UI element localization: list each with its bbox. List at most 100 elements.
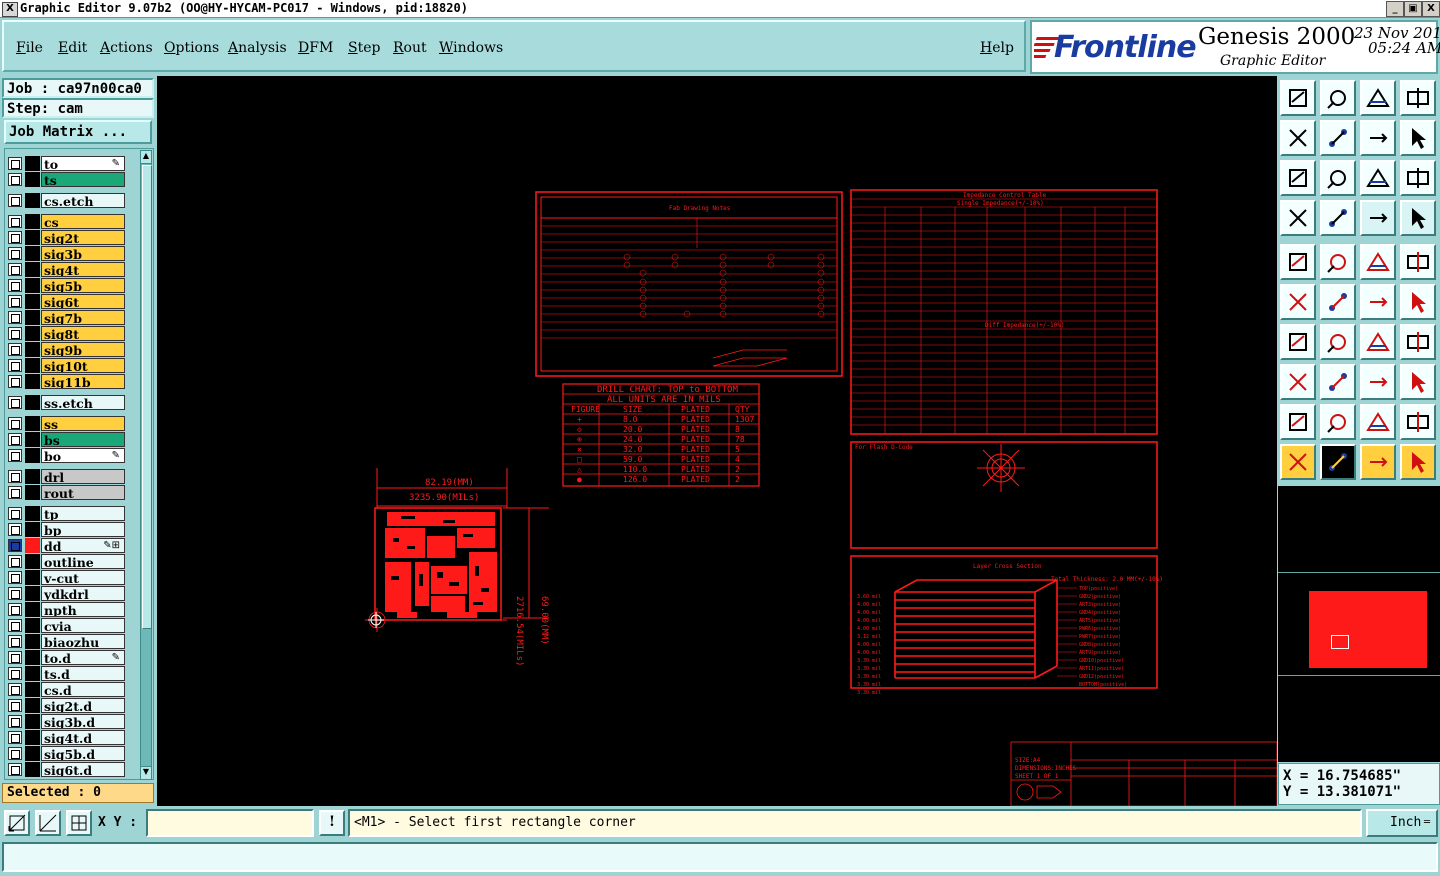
units-dropdown[interactable]: Inch ═ (1366, 809, 1438, 837)
layer-row-ts.d[interactable]: ts.d (5, 666, 127, 681)
overview-viewport[interactable] (1331, 635, 1349, 649)
layer-checkbox[interactable] (8, 396, 22, 409)
layer-row-sig8t[interactable]: sig8t (5, 326, 127, 341)
route-tool-button[interactable] (1400, 444, 1436, 480)
layer-name[interactable]: tp (41, 506, 125, 521)
layer-name[interactable]: sig2t.d (41, 698, 125, 713)
layer-row-sig6t[interactable]: sig6t (5, 294, 127, 309)
layer-row-cs[interactable]: cs (5, 214, 127, 229)
layer-checkbox[interactable] (8, 359, 22, 372)
undo-view-tool-button[interactable] (1360, 120, 1396, 156)
zoom-out-tool-button[interactable] (1280, 120, 1316, 156)
info-button[interactable]: ! (319, 810, 345, 836)
layer-checkbox[interactable] (8, 417, 22, 430)
home-tool-button[interactable] (1360, 80, 1396, 116)
layer-name[interactable]: npth (41, 602, 125, 617)
layer-row-sig6t.d[interactable]: sig6t.d (5, 762, 127, 777)
scroll-thumb[interactable] (142, 165, 152, 629)
layer-checkbox[interactable] (8, 619, 22, 632)
feature-select-tool-button[interactable] (1320, 404, 1356, 440)
layer-row-bo[interactable]: bo ✎ (5, 448, 127, 463)
layer-row-sig9b[interactable]: sig9b (5, 342, 127, 357)
circle-tool-button[interactable] (1400, 244, 1436, 280)
menu-options[interactable]: Options (164, 40, 219, 56)
layer-checkbox[interactable] (8, 279, 22, 292)
layer-row-v-cut[interactable]: v-cut (5, 570, 127, 585)
layer-name[interactable]: bo ✎ (41, 448, 125, 463)
layer-row-sig3b[interactable]: sig3b (5, 246, 127, 261)
layer-checkbox[interactable] (8, 449, 22, 462)
layer-color-swatch[interactable] (25, 262, 40, 277)
layer-name[interactable]: sig3b.d (41, 714, 125, 729)
layer-checkbox[interactable] (8, 433, 22, 446)
layer-color-swatch[interactable] (25, 570, 40, 585)
layer-color-swatch[interactable] (25, 246, 40, 261)
layer-color-swatch[interactable] (25, 326, 40, 341)
layer-name[interactable]: sig5b (41, 278, 125, 293)
layer-checkbox[interactable] (8, 571, 22, 584)
pad-tool-button[interactable] (1280, 244, 1316, 280)
cross-tool-button[interactable] (1320, 284, 1356, 320)
layer-color-swatch[interactable] (25, 602, 40, 617)
copy-tool-button[interactable] (1280, 364, 1316, 400)
layer-name[interactable]: cs (41, 214, 125, 229)
layer-checkbox[interactable] (8, 667, 22, 680)
zoom-in-tool-button[interactable] (1320, 120, 1356, 156)
ruler-tool-button[interactable] (1360, 244, 1396, 280)
split-view-tool-button[interactable] (1400, 80, 1436, 116)
layer-color-swatch[interactable] (25, 650, 40, 665)
menu-dfm[interactable]: DFM (298, 40, 333, 56)
scroll-down-icon[interactable]: ▼ (141, 766, 151, 779)
layer-row-to.d[interactable]: to.d ✎ (5, 650, 127, 665)
layer-checkbox[interactable] (8, 763, 22, 776)
close-button[interactable]: X (1422, 1, 1440, 17)
scroll-up-icon[interactable]: ▲ (141, 151, 151, 164)
layer-row-sig5b[interactable]: sig5b (5, 278, 127, 293)
layer-name[interactable]: sig9b (41, 342, 125, 357)
layer-row-biaozhu[interactable]: biaozhu (5, 634, 127, 649)
layer-checkbox[interactable] (8, 470, 22, 483)
layer-checkbox[interactable] (8, 375, 22, 388)
layer-color-swatch[interactable] (25, 469, 40, 484)
layer-row-bs[interactable]: bs (5, 432, 127, 447)
xy-input[interactable] (146, 809, 314, 837)
layer-row-ydkdrl[interactable]: ydkdrl (5, 586, 127, 601)
layer-row-ss.etch[interactable]: ss.etch (5, 395, 127, 410)
layer-name[interactable]: sig7b (41, 310, 125, 325)
layer-row-dd[interactable]: dd ✎⊞ (5, 538, 127, 553)
layer-row-sig2t[interactable]: sig2t (5, 230, 127, 245)
layer-checkbox[interactable] (8, 295, 22, 308)
layer-name[interactable]: ts.d (41, 666, 125, 681)
layer-color-swatch[interactable] (25, 714, 40, 729)
minimize-button[interactable]: _ (1386, 1, 1404, 17)
layer-color-swatch[interactable] (25, 172, 40, 187)
layer-name[interactable]: ss.etch (41, 395, 125, 410)
layer-row-sig2t.d[interactable]: sig2t.d (5, 698, 127, 713)
layer-name[interactable]: to.d ✎ (41, 650, 125, 665)
layer-color-swatch[interactable] (25, 342, 40, 357)
layer-color-swatch[interactable] (25, 746, 40, 761)
layer-checkbox[interactable] (8, 603, 22, 616)
snap-tool-button[interactable] (1320, 200, 1356, 236)
layer-checkbox[interactable] (8, 523, 22, 536)
layer-checkbox[interactable] (8, 747, 22, 760)
layer-color-swatch[interactable] (25, 448, 40, 463)
layer-checkbox[interactable] (8, 539, 22, 552)
layer-checkbox[interactable] (8, 231, 22, 244)
angle-tool-button[interactable] (1280, 324, 1316, 360)
layer-color-swatch[interactable] (25, 762, 40, 777)
layer-color-swatch[interactable] (25, 666, 40, 681)
layer-name[interactable]: ss (41, 416, 125, 431)
layer-name[interactable]: drl (41, 469, 125, 484)
layer-color-swatch[interactable] (25, 618, 40, 633)
layer-checkbox[interactable] (8, 247, 22, 260)
group-tool-button[interactable] (1400, 364, 1436, 400)
layer-checkbox[interactable] (8, 587, 22, 600)
save-tool-button[interactable] (1320, 80, 1356, 116)
layer-color-swatch[interactable] (25, 214, 40, 229)
layer-color-swatch[interactable] (25, 416, 40, 431)
layer-list-scrollbar[interactable]: ▲ ▼ (140, 150, 152, 780)
layer-color-swatch[interactable] (25, 294, 40, 309)
layer-name[interactable]: ts (41, 172, 125, 187)
layer-checkbox[interactable] (8, 683, 22, 696)
